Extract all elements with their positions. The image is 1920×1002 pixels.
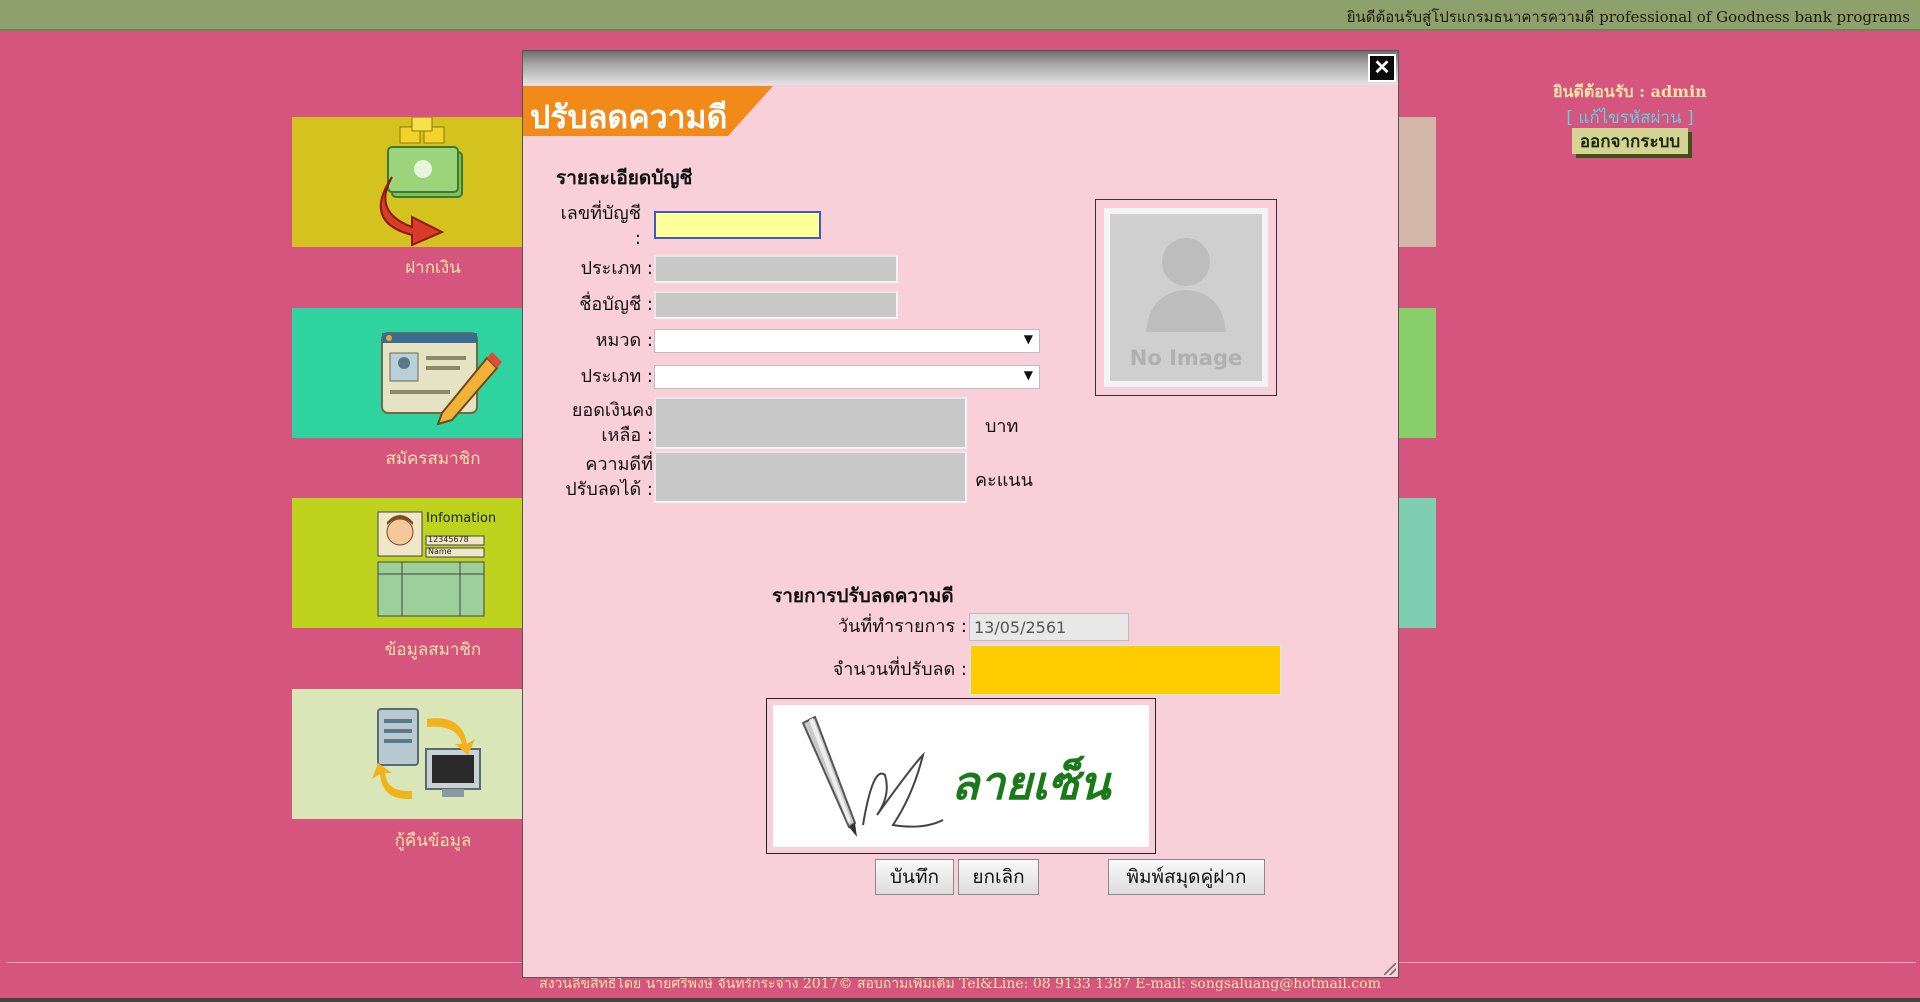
top-welcome-text: ยินดีต้อนรับสู่โปรแกรมธนาคารความดี profe…: [1346, 8, 1910, 26]
reduce-goodness-dialog: ✕ ปรับลดความดี รายละเอียดบัญชี เลขที่บัญ…: [522, 50, 1399, 978]
person-silhouette-icon: [1146, 238, 1226, 332]
data-restore-icon: [372, 708, 481, 800]
print-passbook-button[interactable]: พิมพ์สมุดคู่ฝาก: [1108, 859, 1265, 895]
close-icon[interactable]: ✕: [1368, 54, 1396, 82]
date-input[interactable]: [969, 613, 1129, 641]
dialog-title: ปรับลดความดี: [530, 98, 728, 136]
dialog-header-tab: ปรับลดความดี: [523, 86, 773, 136]
user-greeting: ยินดีต้อนรับ : admin: [1540, 80, 1720, 105]
amount-input[interactable]: [969, 644, 1282, 696]
resize-grip-icon[interactable]: [1384, 963, 1396, 975]
signature-box: ลายเซ็น: [766, 698, 1156, 854]
date-label: วันที่ทำรายการ :: [837, 616, 967, 637]
tile-right-1[interactable]: [1399, 117, 1436, 247]
subtype-select[interactable]: ▼: [654, 365, 1040, 389]
tile-right-2[interactable]: [1399, 308, 1436, 438]
cancel-button[interactable]: ยกเลิก: [958, 859, 1039, 895]
balance-unit: บาท: [985, 416, 1019, 437]
greeting-prefix: ยินดีต้อนรับ :: [1553, 82, 1651, 101]
tile-member-info[interactable]: Infomation 12345678 Name: [292, 498, 522, 628]
tile-deposit[interactable]: [292, 116, 522, 247]
reducible-points-unit: คะแนน: [975, 470, 1033, 491]
reduce-section-title: รายการปรับลดความดี: [772, 585, 954, 607]
info-card-number: 12345678: [428, 535, 469, 544]
money-deposit-icon: [379, 116, 463, 247]
chevron-down-icon: ▼: [1023, 368, 1033, 382]
bottom-strip: [0, 998, 1920, 1002]
member-card-edit-icon: [381, 332, 502, 426]
account-no-label: เลขที่บัญชี :: [560, 203, 641, 249]
member-photo: No Image: [1095, 199, 1277, 396]
reducible-points-label: ความดีที่ปรับลดได้ :: [565, 454, 653, 500]
no-image-text: No Image: [1129, 346, 1243, 370]
reducible-points-input[interactable]: [654, 451, 967, 503]
category-select[interactable]: ▼: [654, 329, 1040, 353]
tile-restore[interactable]: [292, 689, 522, 819]
logout-button[interactable]: ออกจากระบบ: [1572, 128, 1688, 154]
category-label: หมวด :: [595, 330, 653, 351]
save-button[interactable]: บันทึก: [875, 859, 954, 895]
type-label: ประเภท :: [580, 258, 653, 279]
account-section-title: รายละเอียดบัญชี: [556, 167, 693, 189]
account-no-input[interactable]: [654, 211, 821, 239]
balance-label: ยอดเงินคงเหลือ :: [571, 400, 653, 446]
account-name-label: ชื่อบัญชี :: [579, 294, 653, 315]
amount-label: จำนวนที่ปรับลด :: [832, 659, 967, 680]
account-name-input[interactable]: [654, 291, 898, 319]
balance-input[interactable]: [654, 397, 967, 449]
subtype-label: ประเภท :: [580, 366, 653, 387]
top-bar: ยินดีต้อนรับสู่โปรแกรมธนาคารความดี profe…: [0, 0, 1920, 31]
change-password-link[interactable]: [ แก้ไขรหัสผ่าน ]: [1540, 104, 1720, 131]
type-input[interactable]: [654, 255, 898, 283]
tile-register[interactable]: [292, 308, 522, 438]
chevron-down-icon: ▼: [1023, 332, 1033, 346]
signature-text: ลายเซ็น: [951, 756, 1111, 810]
pen-signature-icon: [801, 715, 944, 837]
tile-right-3[interactable]: [1399, 498, 1436, 628]
username: admin: [1650, 82, 1707, 101]
info-card-title: Infomation: [426, 511, 497, 526]
info-card-name: Name: [428, 547, 452, 556]
dialog-titlebar[interactable]: [523, 51, 1398, 85]
